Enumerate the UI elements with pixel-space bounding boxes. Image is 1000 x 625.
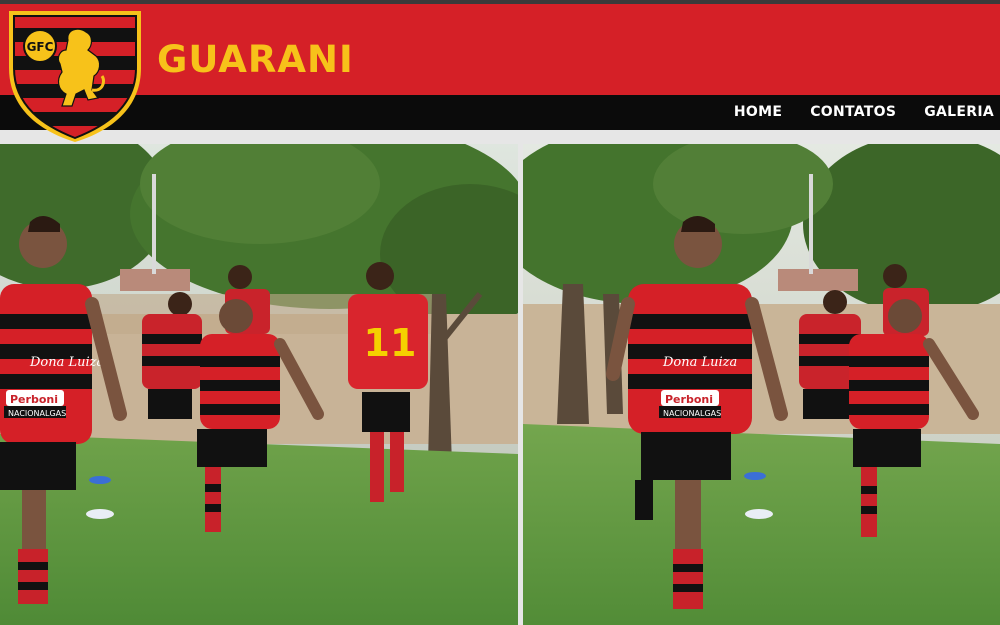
main-nav: HOME CONTATOS GALERIA <box>720 95 1000 130</box>
svg-text:Perboni: Perboni <box>665 393 713 406</box>
gallery-photo-left[interactable]: 11 Dona Luiza Perboni NACIONALGAS <box>0 144 518 625</box>
nav-item-contatos[interactable]: CONTATOS <box>796 95 910 130</box>
svg-text:Perboni: Perboni <box>10 393 58 406</box>
svg-text:NACIONALGAS: NACIONALGAS <box>8 409 66 418</box>
svg-text:Dona Luiza: Dona Luiza <box>662 355 737 370</box>
site-title: GUARANI <box>157 38 354 81</box>
training-photo-image-2: Dona Luiza Perboni NACIONALGAS <box>523 144 1000 625</box>
nav-item-galeria[interactable]: GALERIA <box>910 95 1000 130</box>
header-separator <box>0 130 1000 144</box>
nav-item-home[interactable]: HOME <box>720 95 796 130</box>
svg-text:GFC: GFC <box>27 40 54 54</box>
svg-text:11: 11 <box>364 321 417 365</box>
svg-text:NACIONALGAS: NACIONALGAS <box>663 409 721 418</box>
club-crest-logo[interactable]: GFC <box>6 6 144 142</box>
svg-text:Dona Luiza: Dona Luiza <box>29 355 104 370</box>
training-photo-image: 11 Dona Luiza Perboni NACIONALGAS <box>0 144 518 625</box>
gallery-photo-right[interactable]: Dona Luiza Perboni NACIONALGAS <box>523 144 1000 625</box>
header-banner <box>0 4 1000 95</box>
